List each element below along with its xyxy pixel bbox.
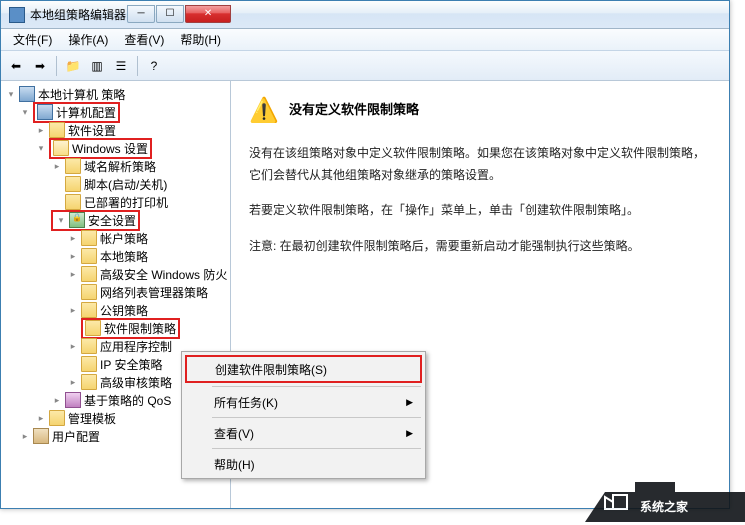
forward-button[interactable]: ➡	[29, 55, 51, 77]
tree-windows-settings[interactable]: ▾Windows 设置	[1, 139, 230, 157]
tree-adv-firewall[interactable]: ▸高级安全 Windows 防火	[1, 265, 230, 283]
ctx-create-policy[interactable]: 创建软件限制策略(S)	[187, 357, 420, 381]
app-icon	[9, 7, 25, 23]
menu-action[interactable]: 操作(A)	[60, 28, 116, 51]
tree-root[interactable]: ▾本地计算机 策略	[1, 85, 230, 103]
properties-button[interactable]: ☰	[110, 55, 132, 77]
show-hide-tree-button[interactable]: ▥	[86, 55, 108, 77]
maximize-button[interactable]: ☐	[156, 5, 184, 23]
details-p1: 没有在该组策略对象中定义软件限制策略。如果您在该策略对象中定义软件限制策略，它们…	[249, 143, 711, 186]
tree-scripts[interactable]: 脚本(启动/关机)	[1, 175, 230, 193]
tree-software-restrict[interactable]: 软件限制策略	[1, 319, 230, 337]
tree-account-policy[interactable]: ▸帐户策略	[1, 229, 230, 247]
details-p3: 注意: 在最初创建软件限制策略后，需要重新启动才能强制执行这些策略。	[249, 236, 711, 258]
ctx-help[interactable]: 帮助(H)	[184, 452, 423, 476]
details-body: 没有在该组策略对象中定义软件限制策略。如果您在该策略对象中定义软件限制策略，它们…	[249, 143, 711, 257]
chevron-right-icon: ▶	[406, 397, 413, 408]
tree-deployed-printers[interactable]: 已部署的打印机	[1, 193, 230, 211]
ctx-view[interactable]: 查看(V)▶	[184, 421, 423, 445]
tree-local-policy[interactable]: ▸本地策略	[1, 247, 230, 265]
titlebar[interactable]: 本地组策略编辑器 ─ ☐ ✕	[1, 1, 729, 29]
tree-public-key[interactable]: ▸公钥策略	[1, 301, 230, 319]
menubar: 文件(F) 操作(A) 查看(V) 帮助(H)	[1, 29, 729, 51]
context-menu: 创建软件限制策略(S) 所有任务(K)▶ 查看(V)▶ 帮助(H)	[181, 351, 426, 479]
tree-computer-config[interactable]: ▾计算机配置	[1, 103, 230, 121]
toolbar: ⬅ ➡ 📁 ▥ ☰ ?	[1, 51, 729, 81]
menu-file[interactable]: 文件(F)	[5, 28, 60, 51]
chevron-right-icon: ▶	[406, 428, 413, 439]
back-button[interactable]: ⬅	[5, 55, 27, 77]
warning-icon: ⚠️	[249, 95, 279, 125]
menu-help[interactable]: 帮助(H)	[172, 28, 229, 51]
minimize-button[interactable]: ─	[127, 5, 155, 23]
close-button[interactable]: ✕	[185, 5, 231, 23]
details-title: 没有定义软件限制策略	[289, 95, 419, 118]
window-title: 本地组策略编辑器	[30, 6, 126, 23]
ctx-all-tasks[interactable]: 所有任务(K)▶	[184, 390, 423, 414]
menu-view[interactable]: 查看(V)	[116, 28, 172, 51]
tree-network-list[interactable]: 网络列表管理器策略	[1, 283, 230, 301]
details-p2: 若要定义软件限制策略，在「操作」菜单上，单击「创建软件限制策略」。	[249, 200, 711, 222]
tree-dns-policy[interactable]: ▸域名解析策略	[1, 157, 230, 175]
help-button[interactable]: ?	[143, 55, 165, 77]
up-button[interactable]: 📁	[62, 55, 84, 77]
tree-software-settings[interactable]: ▸软件设置	[1, 121, 230, 139]
tree-security-settings[interactable]: ▾安全设置	[1, 211, 230, 229]
